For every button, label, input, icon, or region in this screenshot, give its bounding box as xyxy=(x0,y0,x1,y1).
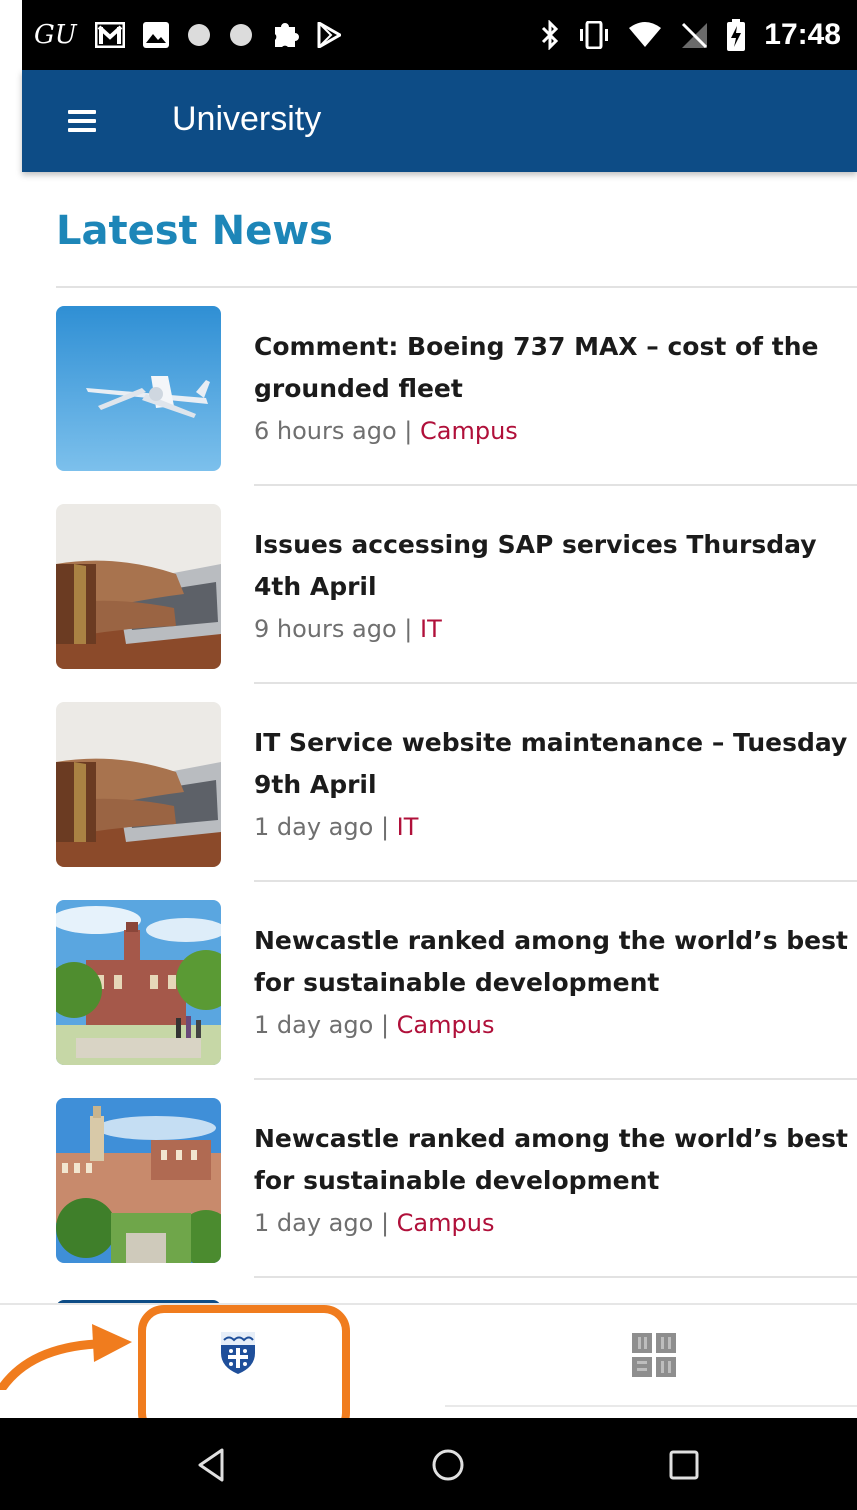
tab-university[interactable] xyxy=(140,1305,335,1405)
section-title: Latest News xyxy=(56,208,333,254)
app-title: University xyxy=(172,100,322,138)
dot-icon xyxy=(187,24,210,46)
news-item[interactable]: IT Service website maintenance – Tuesday… xyxy=(0,684,857,882)
news-title: Comment: Boeing 737 MAX – cost of the gr… xyxy=(254,332,819,403)
news-text: Newcastle ranked among the world’s best … xyxy=(254,1118,850,1242)
news-meta: 1 day ago | Campus xyxy=(254,1006,850,1044)
airplane-photo xyxy=(56,306,221,471)
news-time: 1 day ago xyxy=(254,813,374,841)
hamburger-menu-icon[interactable] xyxy=(56,100,106,144)
news-time: 6 hours ago xyxy=(254,417,397,445)
news-separator: | xyxy=(380,1011,390,1039)
news-meta: 9 hours ago | IT xyxy=(254,610,850,648)
news-separator: | xyxy=(380,1209,390,1237)
status-left-icons: GU xyxy=(34,0,341,70)
news-category[interactable]: Campus xyxy=(397,1209,495,1237)
laptop-typing-photo xyxy=(56,504,221,669)
news-item[interactable]: Newcastle ranked among the world’s best … xyxy=(0,882,857,1080)
news-category[interactable]: IT xyxy=(397,813,419,841)
university-crest-icon xyxy=(221,1332,255,1374)
news-category[interactable]: Campus xyxy=(420,417,518,445)
status-bar: GU 17:48 xyxy=(22,0,857,70)
news-title: IT Service website maintenance – Tuesday… xyxy=(254,728,848,799)
news-time: 1 day ago xyxy=(254,1209,374,1237)
news-item[interactable]: Comment: Boeing 737 MAX – cost of the gr… xyxy=(0,288,857,486)
tab-nusu[interactable] xyxy=(540,1305,735,1405)
nusu-logo-icon xyxy=(632,1333,676,1377)
tab-underline xyxy=(445,1405,857,1407)
news-separator: | xyxy=(404,417,413,445)
puzzle-icon xyxy=(274,23,299,47)
news-category[interactable]: IT xyxy=(420,615,442,643)
news-meta: 1 day ago | IT xyxy=(254,808,850,846)
laptop-typing-photo xyxy=(56,702,221,867)
recents-icon[interactable] xyxy=(654,1438,714,1492)
news-separator: | xyxy=(380,813,390,841)
app-bar: University xyxy=(22,70,857,172)
news-list: Comment: Boeing 737 MAX – cost of the gr… xyxy=(0,288,857,1278)
home-icon[interactable] xyxy=(418,1438,478,1492)
divider xyxy=(254,1276,857,1278)
image-icon xyxy=(142,22,169,48)
wifi-icon xyxy=(629,22,662,47)
news-meta: 6 hours ago | Campus xyxy=(254,412,850,450)
news-title: Issues accessing SAP services Thursday 4… xyxy=(254,530,817,601)
status-time: 17:48 xyxy=(764,18,841,51)
bottom-navigation xyxy=(0,1303,857,1420)
campus-building-photo xyxy=(56,900,221,1065)
phone-screen: GU 17:48 University Latest News Comment:… xyxy=(0,0,857,1510)
news-text: Comment: Boeing 737 MAX – cost of the gr… xyxy=(254,326,850,450)
gmail-icon xyxy=(94,22,125,48)
vibrate-icon xyxy=(580,21,609,49)
news-text: Issues accessing SAP services Thursday 4… xyxy=(254,524,850,648)
news-time: 1 day ago xyxy=(254,1011,374,1039)
gu-icon: GU xyxy=(34,20,77,50)
system-navigation-bar xyxy=(0,1418,857,1510)
news-title: Newcastle ranked among the world’s best … xyxy=(254,1124,848,1195)
back-icon[interactable] xyxy=(182,1438,242,1492)
status-right-icons: 17:48 xyxy=(540,0,841,70)
battery-charging-icon xyxy=(727,19,746,51)
news-meta: 1 day ago | Campus xyxy=(254,1204,850,1242)
no-signal-icon xyxy=(682,22,708,49)
news-category[interactable]: Campus xyxy=(397,1011,495,1039)
play-store-icon xyxy=(317,22,341,48)
news-item[interactable]: Newcastle ranked among the world’s best … xyxy=(0,1080,857,1278)
news-text: Newcastle ranked among the world’s best … xyxy=(254,920,850,1044)
news-text: IT Service website maintenance – Tuesday… xyxy=(254,722,850,846)
dot-icon xyxy=(229,24,252,46)
news-time: 9 hours ago xyxy=(254,615,397,643)
news-item[interactable]: Issues accessing SAP services Thursday 4… xyxy=(0,486,857,684)
bluetooth-icon xyxy=(542,20,559,50)
campus-aerial-photo xyxy=(56,1098,221,1263)
news-title: Newcastle ranked among the world’s best … xyxy=(254,926,848,997)
news-separator: | xyxy=(404,615,413,643)
